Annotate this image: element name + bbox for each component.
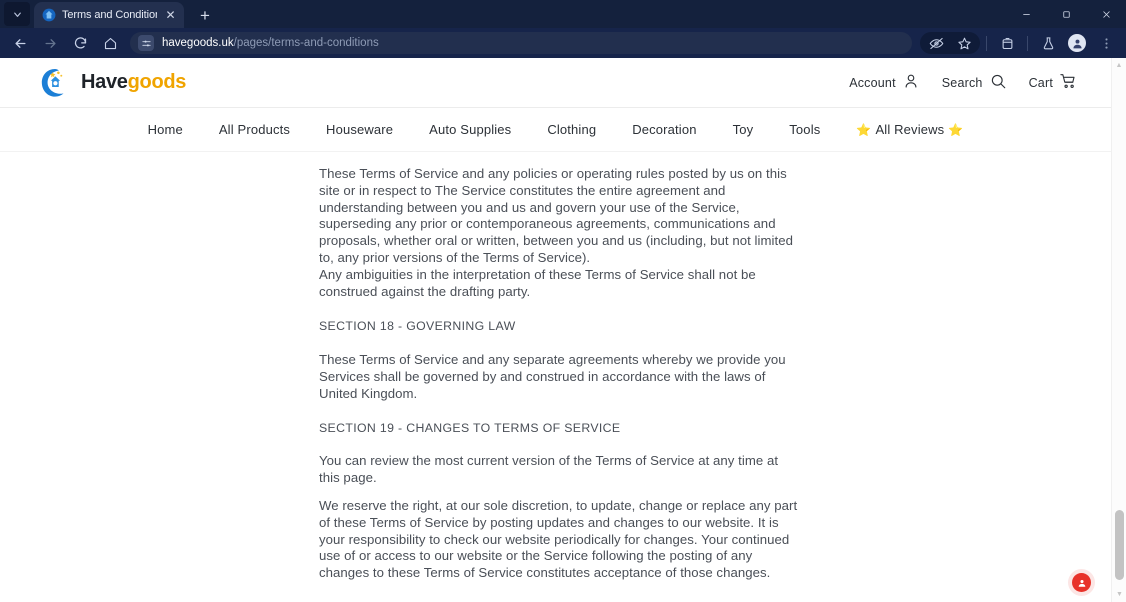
- close-window-button[interactable]: [1086, 0, 1126, 28]
- maximize-button[interactable]: [1046, 0, 1086, 28]
- forward-button[interactable]: [36, 30, 64, 56]
- nav-item-all-reviews-label: All Reviews: [875, 122, 945, 137]
- shopping-cart-icon: [1059, 72, 1077, 93]
- site-navigation: Home All Products Houseware Auto Supplie…: [0, 108, 1111, 152]
- nav-item-clothing[interactable]: Clothing: [529, 122, 614, 137]
- chevron-down-icon: [12, 9, 23, 20]
- browser-window: Terms and Conditions – Haveg ✕ +: [0, 0, 1126, 602]
- account-link[interactable]: Account: [849, 72, 920, 93]
- side-panel-button[interactable]: [993, 30, 1021, 56]
- omnibox-action-pill: [920, 32, 980, 54]
- brand-text-part1: Have: [81, 71, 128, 93]
- url-path: /pages/terms-and-conditions: [233, 37, 379, 49]
- scrollbar-thumb[interactable]: [1115, 510, 1124, 580]
- experiments-button[interactable]: [1034, 30, 1062, 56]
- havegoods-favicon-icon: [42, 8, 56, 22]
- close-tab-icon[interactable]: ✕: [163, 8, 178, 23]
- star-icon-right: ⭐: [948, 122, 964, 137]
- nav-item-toy[interactable]: Toy: [715, 122, 772, 137]
- nav-item-houseware[interactable]: Houseware: [308, 122, 411, 137]
- nav-item-all-reviews[interactable]: ⭐ All Reviews ⭐: [838, 122, 981, 137]
- paragraph-reserve-right: We reserve the right, at our sole discre…: [319, 497, 798, 581]
- heading-section-18: SECTION 18 - GOVERNING LAW: [319, 319, 516, 334]
- address-bar[interactable]: havegoods.uk/pages/terms-and-conditions: [130, 32, 912, 54]
- search-link[interactable]: Search: [942, 72, 1007, 93]
- tracking-protection-button[interactable]: [922, 30, 950, 56]
- back-button[interactable]: [6, 30, 34, 56]
- havegoods-terms-page: Havegoods Account Search Cart Home All P…: [0, 58, 1111, 602]
- support-chat-widget[interactable]: [1072, 573, 1091, 592]
- tune-icon[interactable]: [138, 35, 154, 51]
- brand-text-part2: goods: [127, 71, 187, 93]
- browser-menu-button[interactable]: [1092, 30, 1120, 56]
- reload-button[interactable]: [66, 30, 94, 56]
- terms-content-column: These Terms of Service and any policies …: [319, 166, 799, 602]
- person-icon: [902, 72, 920, 93]
- scroll-down-arrow[interactable]: ▼: [1112, 587, 1126, 602]
- home-button[interactable]: [96, 30, 124, 56]
- paragraph-ambiguities: Any ambiguities in the interpretation of…: [319, 266, 756, 299]
- cart-link[interactable]: Cart: [1029, 72, 1077, 93]
- star-icon-left: ⭐: [856, 122, 872, 137]
- page-viewport: Havegoods Account Search Cart Home All P…: [0, 58, 1126, 602]
- cart-label: Cart: [1028, 75, 1053, 90]
- heading-section-19: SECTION 19 - CHANGES TO TERMS OF SERVICE: [319, 420, 621, 435]
- havegoods-logo-icon: [38, 66, 72, 100]
- header-actions: Account Search Cart: [849, 72, 1077, 93]
- nav-item-home[interactable]: Home: [130, 122, 201, 137]
- tab-search-button[interactable]: [4, 2, 30, 26]
- tab-strip: Terms and Conditions – Haveg ✕ +: [0, 0, 1126, 28]
- url-text: havegoods.uk/pages/terms-and-conditions: [162, 37, 379, 49]
- profile-avatar[interactable]: [1068, 34, 1086, 52]
- nav-item-all-products[interactable]: All Products: [201, 122, 308, 137]
- paragraph-entire-agreement: These Terms of Service and any policies …: [319, 166, 793, 265]
- brand-wordmark: Havegoods: [81, 71, 186, 94]
- nav-item-tools[interactable]: Tools: [771, 122, 838, 137]
- search-icon: [989, 72, 1007, 93]
- toolbar-divider-2: [1027, 35, 1028, 51]
- paragraph-review-version: You can review the most current version …: [319, 453, 779, 486]
- toolbar-divider: [986, 35, 987, 51]
- browser-toolbar: havegoods.uk/pages/terms-and-conditions: [0, 28, 1126, 58]
- nav-item-decoration[interactable]: Decoration: [614, 122, 714, 137]
- minimize-button[interactable]: [1006, 0, 1046, 28]
- window-controls: [1006, 0, 1126, 28]
- bookmark-button[interactable]: [950, 30, 978, 56]
- toolbar-right-actions: [920, 30, 1120, 56]
- new-tab-button[interactable]: +: [192, 3, 218, 27]
- paragraph-governing-law: These Terms of Service and any separate …: [319, 352, 786, 401]
- tab-title: Terms and Conditions – Haveg: [62, 9, 157, 21]
- search-label: Search: [941, 75, 983, 90]
- scroll-up-arrow[interactable]: ▲: [1112, 58, 1126, 73]
- terms-content: These Terms of Service and any policies …: [0, 152, 1111, 602]
- brand-logo-link[interactable]: Havegoods: [38, 66, 186, 100]
- url-host: havegoods.uk: [162, 37, 234, 49]
- nav-item-auto-supplies[interactable]: Auto Supplies: [411, 122, 529, 137]
- page-scrollbar[interactable]: ▲ ▼: [1111, 58, 1126, 602]
- site-header: Havegoods Account Search Cart: [0, 58, 1111, 108]
- account-label: Account: [849, 75, 896, 90]
- browser-tab-active[interactable]: Terms and Conditions – Haveg ✕: [34, 2, 184, 28]
